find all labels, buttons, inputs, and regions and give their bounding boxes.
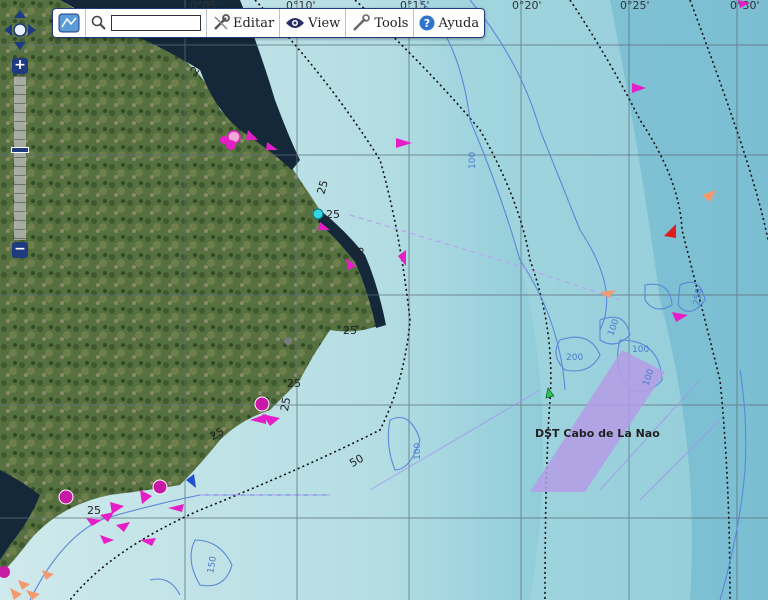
zoom-out-icon[interactable]: − [12, 242, 28, 258]
wrench-icon [214, 14, 230, 30]
pan-up-icon[interactable] [14, 10, 26, 18]
help-label: Ayuda [438, 15, 480, 31]
pan-down-icon[interactable] [14, 42, 26, 50]
zoom-control[interactable]: + − [11, 58, 29, 258]
harbor-marker [254, 396, 270, 412]
view-button[interactable]: View [280, 9, 347, 37]
lon-label: 0°20' [512, 0, 542, 12]
svg-text:?: ? [424, 17, 430, 30]
contour-label: 200 [566, 353, 583, 363]
place-label: DST Cabo de La Nao [535, 427, 660, 440]
view-label: View [308, 15, 341, 31]
harbor-marker [284, 337, 292, 345]
contour-label: 100 [413, 443, 423, 460]
tools-label: Tools [374, 15, 409, 31]
depth-label: 25 [287, 377, 301, 390]
search-input[interactable] [111, 15, 201, 31]
map-toolbar: Editar View Tools ? Ayuda [52, 8, 486, 38]
zoom-handle[interactable] [11, 146, 29, 153]
zoom-in-icon[interactable]: + [12, 58, 28, 74]
harbor-marker [220, 136, 228, 144]
pan-left-icon[interactable] [4, 24, 12, 36]
zoom-track[interactable] [14, 76, 26, 240]
depth-label: 25 [87, 504, 101, 517]
depth-label: 25 [278, 396, 293, 412]
harbor-marker [312, 208, 324, 220]
contour-label: 100 [632, 345, 649, 355]
search-group [86, 9, 207, 37]
lon-label: 0°25' [620, 0, 650, 12]
harbor-marker [58, 489, 74, 505]
tools-icon [353, 14, 371, 31]
harbor-marker [152, 479, 168, 495]
help-icon: ? [419, 15, 435, 31]
tools-button[interactable]: Tools [346, 9, 415, 37]
pan-right-icon[interactable] [28, 24, 36, 36]
pan-arrows-icon[interactable] [4, 10, 36, 50]
globe-icon [58, 13, 80, 33]
layers-button[interactable] [53, 9, 86, 37]
edit-label: Editar [233, 15, 275, 31]
nautical-map[interactable]: 0°05' 0°10' 0°15' 0°20' 0°25' 0°30' DST … [0, 0, 768, 600]
edit-button[interactable]: Editar [207, 9, 281, 37]
depth-label: 25 [343, 324, 357, 337]
magnifier-icon[interactable] [91, 15, 107, 31]
contour-label: 100 [468, 152, 478, 169]
depth-label: 25 [326, 208, 340, 221]
eye-icon [286, 18, 305, 28]
help-button[interactable]: ? Ayuda [414, 9, 484, 37]
